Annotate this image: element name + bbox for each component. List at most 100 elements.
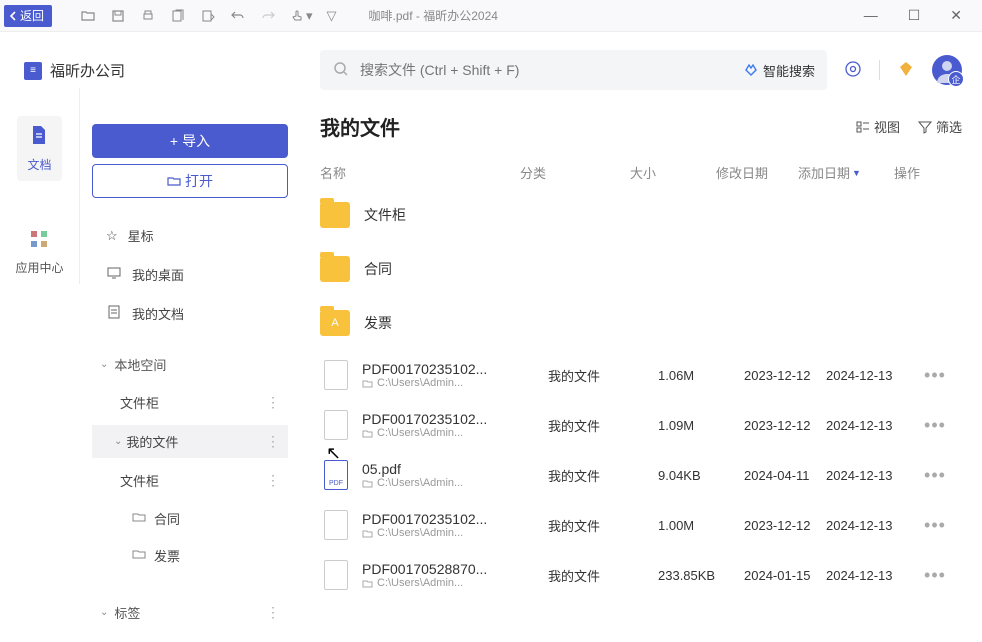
back-button[interactable]: 返回 xyxy=(4,5,52,27)
tags-section[interactable]: ⌄ 标签 ⋮ xyxy=(92,597,288,628)
file-more-button[interactable]: ••• xyxy=(924,365,946,385)
nav-documents-label: 文档 xyxy=(27,156,51,173)
table-header: 名称 分类 大小 修改日期 添加日期▼ 操作 xyxy=(320,157,962,188)
search-icon xyxy=(332,60,350,81)
file-row[interactable]: PDF00170235102... C:\Users\Admin... 我的文件… xyxy=(320,500,962,550)
file-category: 我的文件 xyxy=(548,566,658,585)
titlebar: 返回 ▾ ▽ 咖啡.pdf - 福昕办公2024 — ☐ ✕ xyxy=(0,0,982,32)
folder-small-icon xyxy=(132,510,146,527)
tree-my-files-label: 我的文件 xyxy=(126,432,178,451)
view-label: 视图 xyxy=(874,117,900,136)
file-added: 2024-12-13 xyxy=(826,368,914,383)
window-controls: — ☐ ✕ xyxy=(864,7,978,24)
folder-icon xyxy=(320,256,350,282)
chevron-down-icon: ⌄ xyxy=(100,607,108,618)
import-label: 导入 xyxy=(182,131,210,151)
nav-documents[interactable]: 文档 xyxy=(17,116,61,181)
left-nav-bar: 文档 应用中心 xyxy=(0,88,80,284)
star-link[interactable]: ☆星标 xyxy=(92,220,288,251)
star-icon: ☆ xyxy=(106,228,118,244)
folder-row[interactable]: 合同 xyxy=(320,242,962,296)
file-row[interactable]: PDF00170235102... C:\Users\Admin... 我的文件… xyxy=(320,400,962,450)
desktop-label: 我的桌面 xyxy=(132,265,184,284)
chevron-down-icon: ⌄ xyxy=(114,436,122,447)
minimize-button[interactable]: — xyxy=(864,7,878,24)
touch-icon[interactable]: ▾ xyxy=(290,8,313,24)
tree-contract[interactable]: 合同 xyxy=(92,503,288,534)
search-input[interactable] xyxy=(360,62,733,78)
undo-icon[interactable] xyxy=(230,8,246,24)
file-size: 1.00M xyxy=(658,518,744,533)
folder-name: 发票 xyxy=(364,313,550,333)
dropdown-icon[interactable]: ▽ xyxy=(327,8,337,24)
file-added: 2024-12-13 xyxy=(826,568,914,583)
tags-label: 标签 xyxy=(114,603,140,622)
file-icon: PDF xyxy=(324,460,348,490)
open-icon xyxy=(167,174,181,188)
import-button[interactable]: + 导入 xyxy=(92,124,288,158)
file-more-button[interactable]: ••• xyxy=(924,415,946,435)
folder-row[interactable]: A 发票 xyxy=(320,296,962,350)
tree-my-files[interactable]: ⌄ 我的文件 ⋮ xyxy=(92,425,288,458)
more-icon[interactable]: ⋮ xyxy=(266,394,280,411)
document-icon xyxy=(28,124,50,152)
more-icon[interactable]: ⋮ xyxy=(266,433,280,450)
file-size: 233.85KB xyxy=(658,568,744,583)
mydocs-icon xyxy=(106,304,122,323)
export-icon[interactable] xyxy=(200,8,216,24)
nav-app-center[interactable]: 应用中心 xyxy=(5,221,73,284)
user-avatar[interactable] xyxy=(932,55,962,85)
tree-contract-label: 合同 xyxy=(154,509,180,528)
copy-icon[interactable] xyxy=(170,8,186,24)
nav-app-center-label: 应用中心 xyxy=(15,259,63,276)
open-label: 打开 xyxy=(185,171,213,191)
col-size[interactable]: 大小 xyxy=(630,163,716,182)
tree-cabinet-2[interactable]: 文件柜 ⋮ xyxy=(92,464,288,497)
open-folder-icon[interactable] xyxy=(80,8,96,24)
file-row[interactable]: PDF00170528870... C:\Users\Admin... 我的文件… xyxy=(320,550,962,600)
tree-invoice[interactable]: 发票 xyxy=(92,540,288,571)
close-button[interactable]: ✕ xyxy=(950,7,962,24)
file-more-button[interactable]: ••• xyxy=(924,565,946,585)
smart-search-button[interactable]: 智能搜索 xyxy=(743,61,815,80)
file-size: 9.04KB xyxy=(658,468,744,483)
file-category: 我的文件 xyxy=(548,466,658,485)
col-modified[interactable]: 修改日期 xyxy=(716,163,798,182)
main-content: 智能搜索 我的文件 视图 筛选 名称 分类 xyxy=(300,32,982,642)
col-category[interactable]: 分类 xyxy=(520,163,630,182)
file-name: 05.pdf xyxy=(362,461,548,477)
filter-button[interactable]: 筛选 xyxy=(918,117,962,136)
more-icon[interactable]: ⋮ xyxy=(266,604,280,621)
desktop-link[interactable]: 我的桌面 xyxy=(92,259,288,290)
redo-icon[interactable] xyxy=(260,8,276,24)
tree-cabinet[interactable]: 文件柜 ⋮ xyxy=(92,386,288,419)
local-space-section[interactable]: ⌄ 本地空间 xyxy=(92,349,288,380)
window-title: 咖啡.pdf - 福昕办公2024 xyxy=(369,7,498,24)
file-added: 2024-12-13 xyxy=(826,418,914,433)
mydocs-label: 我的文档 xyxy=(132,304,184,323)
file-row[interactable]: PDF 05.pdf C:\Users\Admin... 我的文件 9.04KB… xyxy=(320,450,962,500)
print-icon[interactable] xyxy=(140,8,156,24)
sort-desc-icon: ▼ xyxy=(852,168,861,178)
file-added: 2024-12-13 xyxy=(826,468,914,483)
file-row[interactable]: PDF00170235102... C:\Users\Admin... 我的文件… xyxy=(320,350,962,400)
more-icon[interactable]: ⋮ xyxy=(266,472,280,489)
view-button[interactable]: 视图 xyxy=(856,117,900,136)
search-box[interactable]: 智能搜索 xyxy=(320,50,827,90)
col-added[interactable]: 添加日期▼ xyxy=(798,163,886,182)
save-icon[interactable] xyxy=(110,8,126,24)
folder-row[interactable]: 文件柜 xyxy=(320,188,962,242)
folder-icon xyxy=(320,202,350,228)
tree-cabinet-label: 文件柜 xyxy=(120,393,159,412)
smart-search-icon xyxy=(743,62,759,78)
back-label: 返回 xyxy=(20,7,44,24)
file-path: C:\Users\Admin... xyxy=(362,527,548,539)
file-more-button[interactable]: ••• xyxy=(924,465,946,485)
maximize-button[interactable]: ☐ xyxy=(908,7,921,24)
settings-icon[interactable] xyxy=(843,59,863,82)
file-more-button[interactable]: ••• xyxy=(924,515,946,535)
mydocs-link[interactable]: 我的文档 xyxy=(92,298,288,329)
col-name[interactable]: 名称 xyxy=(320,163,520,182)
open-button[interactable]: 打开 xyxy=(92,164,288,198)
diamond-icon[interactable] xyxy=(896,59,916,82)
